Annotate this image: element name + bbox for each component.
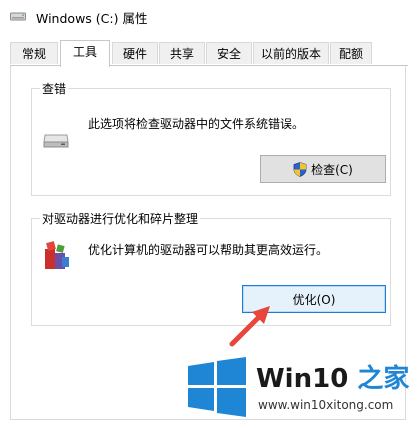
window-title: Windows (C:) 属性: [36, 11, 148, 26]
hard-drive-icon: [43, 134, 69, 148]
check-button[interactable]: 检查(C): [260, 155, 386, 183]
title-bar: Windows (C:) 属性: [0, 0, 418, 34]
error-check-description: 此选项将检查驱动器中的文件系统错误。: [88, 117, 305, 131]
watermark-brand: Win10 之家: [256, 358, 409, 395]
windows-logo-icon: [188, 357, 246, 417]
optimize-group: 对驱动器进行优化和碎片整理 优化计算机的驱动器可以帮助其更高效运行。 优化(O): [31, 210, 391, 326]
optimize-description: 优化计算机的驱动器可以帮助其更高效运行。: [88, 243, 329, 257]
watermark-url: www.win10xitong.com: [258, 398, 394, 412]
tab-quota[interactable]: 配额: [330, 42, 372, 64]
watermark-brand-suffix: 之家: [357, 364, 410, 394]
tab-strip: 常规 工具 硬件 共享 安全 以前的版本 配额: [10, 40, 410, 67]
tab-general[interactable]: 常规: [10, 42, 58, 64]
watermark-brand-prefix: Win10: [256, 364, 349, 394]
uac-shield-icon: [293, 161, 307, 177]
watermark: Win10 之家 www.win10xitong.com: [186, 354, 414, 424]
error-check-group: 查错 此选项将检查驱动器中的文件系统错误。 检查(C): [31, 80, 391, 196]
check-button-label: 检查(C): [311, 162, 353, 177]
optimize-title: 对驱动器进行优化和碎片整理: [40, 210, 201, 227]
tab-sharing[interactable]: 共享: [159, 42, 205, 64]
optimize-button-label: 优化(O): [292, 292, 336, 307]
tab-previous-versions[interactable]: 以前的版本: [253, 42, 329, 64]
drive-icon: [10, 12, 26, 21]
properties-window: Windows (C:) 属性 常规 工具 硬件 共享 安全 以前的版本 配额 …: [0, 0, 418, 429]
tab-security[interactable]: 安全: [206, 42, 252, 64]
defrag-icon: [45, 241, 69, 269]
red-arrow-annotation: [229, 306, 270, 347]
tab-tools[interactable]: 工具: [60, 40, 110, 67]
tab-hardware[interactable]: 硬件: [112, 42, 158, 64]
error-check-title: 查错: [40, 80, 69, 97]
